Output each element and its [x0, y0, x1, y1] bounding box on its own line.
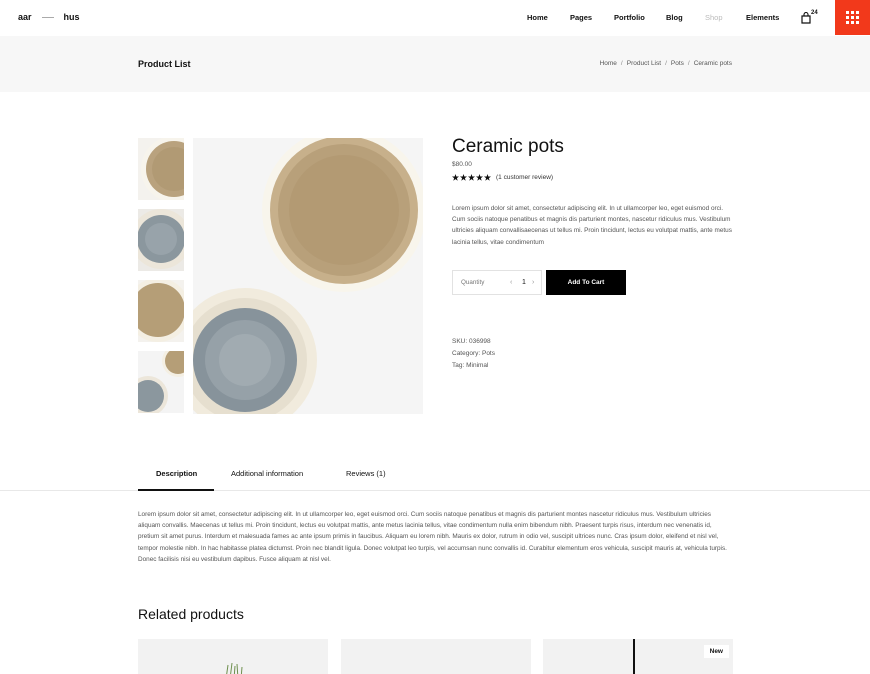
cart-count: 24 — [811, 10, 818, 16]
quantity-label: Quantity — [461, 279, 485, 286]
breadcrumb: Home / Product List / Pots / Ceramic pot… — [600, 60, 732, 67]
nav-blog[interactable]: Blog — [666, 13, 683, 22]
page-title: Product List — [138, 59, 191, 69]
related-product-card[interactable] — [341, 639, 531, 674]
plant-image — [138, 639, 328, 674]
product-title: Ceramic pots — [452, 136, 564, 157]
product-price: $80.00 — [452, 161, 472, 168]
product-short-description: Lorem ipsum dolor sit amet, consectetur … — [452, 205, 732, 246]
star-icon — [460, 174, 467, 181]
related-product-card[interactable] — [138, 639, 328, 674]
nav-elements[interactable]: Elements — [746, 13, 779, 22]
grid-menu-button[interactable] — [835, 0, 870, 35]
breadcrumb-current: Ceramic pots — [693, 60, 732, 67]
grid-menu-icon — [846, 11, 849, 14]
star-icon — [468, 174, 475, 181]
product-category[interactable]: Category: Pots — [452, 350, 495, 357]
active-tab-indicator — [138, 489, 214, 491]
tab-description[interactable]: Description — [156, 469, 197, 478]
star-icon — [476, 174, 483, 181]
chevron-right-icon[interactable]: › — [532, 279, 534, 286]
breadcrumb-separator: / — [620, 60, 623, 67]
star-icon — [484, 174, 491, 181]
breadcrumb-separator: / — [665, 60, 667, 67]
new-badge: New — [703, 645, 729, 658]
gallery-thumb-4[interactable] — [138, 351, 184, 413]
product-tag[interactable]: Tag: Minimal — [452, 362, 488, 369]
breadcrumb-separator: / — [687, 60, 690, 67]
page-title-bar: Product List Home / Product List / Pots … — [0, 36, 870, 92]
main-nav: Home Pages Portfolio Blog Shop Elements — [0, 13, 870, 25]
review-count-link[interactable]: (1 customer review) — [496, 174, 553, 181]
related-product-card[interactable]: New — [543, 639, 733, 674]
product-rating: (1 customer review) — [452, 174, 553, 181]
breadcrumb-product-list[interactable]: Product List — [627, 60, 661, 67]
site-header: aar hus Home Pages Portfolio Blog Shop E… — [0, 0, 870, 36]
star-icon — [452, 174, 459, 181]
gallery-thumb-2[interactable] — [138, 209, 184, 271]
tab-additional-information[interactable]: Additional information — [231, 469, 303, 478]
gallery-thumb-3[interactable] — [138, 280, 184, 342]
nav-portfolio[interactable]: Portfolio — [614, 13, 645, 22]
tab-description-content: Lorem ipsum dolor sit amet, consectetur … — [138, 511, 727, 563]
breadcrumb-pots[interactable]: Pots — [671, 60, 684, 67]
add-to-cart-button[interactable]: Add To Cart — [546, 270, 626, 295]
related-products-heading: Related products — [138, 606, 244, 622]
quantity-stepper: Quantity ‹ › — [452, 270, 542, 295]
nav-home[interactable]: Home — [527, 13, 548, 22]
tabs-divider — [0, 490, 870, 491]
cart-button[interactable]: 24 — [801, 10, 823, 25]
tab-reviews[interactable]: Reviews (1) — [346, 469, 386, 478]
nav-pages[interactable]: Pages — [570, 13, 592, 22]
cart-icon — [801, 12, 811, 24]
quantity-input[interactable] — [519, 279, 529, 286]
gallery-thumb-1[interactable] — [138, 138, 184, 200]
chevron-left-icon[interactable]: ‹ — [510, 279, 512, 286]
breadcrumb-home[interactable]: Home — [600, 60, 617, 67]
product-sku: SKU: 036998 — [452, 338, 491, 345]
star-rating — [452, 174, 491, 181]
product-main-image[interactable] — [193, 138, 423, 414]
nav-shop[interactable]: Shop — [705, 13, 723, 22]
